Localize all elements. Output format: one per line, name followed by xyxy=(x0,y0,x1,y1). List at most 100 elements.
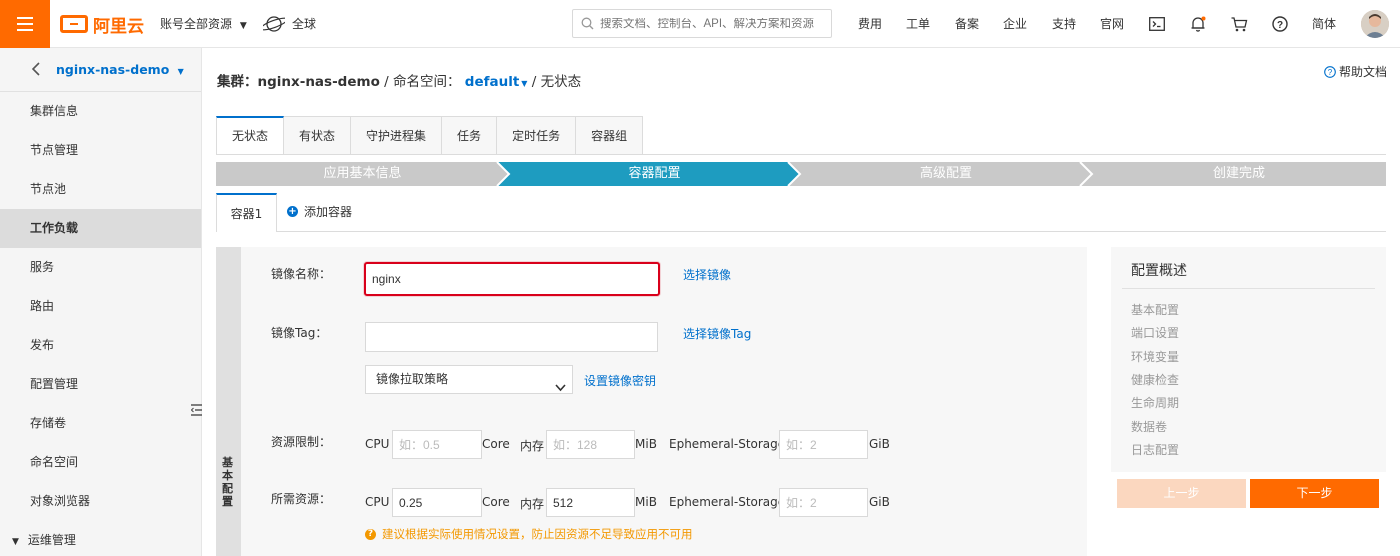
help-docs-link[interactable]: ? 帮助文档 xyxy=(1324,63,1387,80)
tab-container-1[interactable]: 容器1 xyxy=(216,193,277,232)
terminal-icon[interactable] xyxy=(1147,14,1167,34)
memory-label: 内存 xyxy=(520,497,545,511)
sidebar-item-object-browser[interactable]: 对象浏览器 xyxy=(0,482,201,521)
tab-daemonsets[interactable]: 守护进程集 xyxy=(351,116,443,155)
language-switch[interactable]: 简体 xyxy=(1312,0,1336,48)
namespace-dropdown[interactable]: default ▼ xyxy=(465,74,528,90)
limit-memory-input[interactable] xyxy=(546,430,635,459)
resource-limit-label: 资源限制： xyxy=(271,435,332,449)
sidebar-item-node-pools[interactable]: 节点池 xyxy=(0,170,201,209)
help-circle-icon[interactable]: ? xyxy=(1270,14,1290,34)
core-unit: Core xyxy=(482,437,510,451)
summary-divider xyxy=(1122,288,1375,289)
global-search[interactable] xyxy=(572,9,832,38)
sidebar-item-namespaces[interactable]: 命名空间 xyxy=(0,443,201,482)
sidebar-item-cluster-info[interactable]: 集群信息 xyxy=(0,92,201,131)
hamburger-icon xyxy=(17,17,33,31)
config-summary-title: 配置概述 xyxy=(1131,263,1187,279)
nav-support[interactable]: 支持 xyxy=(1052,0,1076,48)
sidebar-group-label: 运维管理 xyxy=(27,533,76,547)
select-image-tag-link[interactable]: 选择镜像Tag xyxy=(683,325,751,342)
help-circle-icon: ? xyxy=(1324,65,1336,78)
limit-ephemeral-input[interactable] xyxy=(779,430,868,459)
nav-fees[interactable]: 费用 xyxy=(858,0,882,48)
request-cpu-input[interactable] xyxy=(392,488,482,517)
step-container-config: 容器配置 xyxy=(628,166,681,181)
memory-label: 内存 xyxy=(520,439,545,453)
summary-item-ports[interactable]: 端口设置 xyxy=(1131,324,1179,341)
bell-icon[interactable] xyxy=(1188,14,1208,34)
limit-cpu-input[interactable] xyxy=(392,430,482,459)
summary-item-basic[interactable]: 基本配置 xyxy=(1131,301,1179,318)
cart-icon[interactable] xyxy=(1229,14,1249,34)
region-selector[interactable]: 全球 xyxy=(263,0,316,48)
caret-down-icon: ▼ xyxy=(177,67,184,76)
request-memory-input[interactable] xyxy=(546,488,635,517)
cluster-selector[interactable]: nginx-nas-demo ▼ xyxy=(56,62,184,77)
container-tabs-divider xyxy=(277,231,1386,232)
ephemeral-storage-label: Ephemeral-Storage xyxy=(669,495,786,509)
aliyun-logo[interactable]: 阿里云 xyxy=(60,12,144,37)
search-input[interactable] xyxy=(600,17,825,30)
image-tag-label: 镜像Tag： xyxy=(271,326,328,340)
resource-warning-text: 建议根据实际使用情况设置，防止因资源不足导致应用不可用 xyxy=(382,527,693,541)
step-done: 创建完成 xyxy=(1212,166,1265,181)
sidebar-item-config[interactable]: 配置管理 xyxy=(0,365,201,404)
top-navigation-bar: 阿里云 账号全部资源 ▼ 全球 费用 工单 备案 企业 支持 官网 ? 简体 xyxy=(0,0,1400,48)
namespace-value: default xyxy=(464,74,520,90)
nav-icp[interactable]: 备案 xyxy=(955,0,979,48)
summary-item-env[interactable]: 环境变量 xyxy=(1131,348,1179,365)
summary-item-logs[interactable]: 日志配置 xyxy=(1131,441,1179,458)
summary-item-volumes[interactable]: 数据卷 xyxy=(1131,418,1167,435)
account-scope-dropdown[interactable]: 账号全部资源 ▼ xyxy=(160,0,247,48)
tab-statefulsets[interactable]: 有状态 xyxy=(284,116,352,155)
collapse-sidebar-icon[interactable] xyxy=(190,403,202,420)
sidebar-item-releases[interactable]: 发布 xyxy=(0,326,201,365)
svg-text:?: ? xyxy=(1328,68,1333,77)
summary-item-lifecycle[interactable]: 生命周期 xyxy=(1131,394,1179,411)
select-image-link[interactable]: 选择镜像 xyxy=(683,266,731,283)
step-advanced-config: 高级配置 xyxy=(919,166,972,181)
sidebar-item-services[interactable]: 服务 xyxy=(0,248,201,287)
nav-enterprise[interactable]: 企业 xyxy=(1003,0,1027,48)
add-container-label: 添加容器 xyxy=(304,205,353,219)
tab-deployments[interactable]: 无状态 xyxy=(216,116,285,155)
sidebar-item-ingress[interactable]: 路由 xyxy=(0,287,201,326)
sidebar-group-ops[interactable]: ▼ 运维管理 xyxy=(0,521,201,556)
breadcrumb-separator: / xyxy=(527,74,541,90)
wizard-steps: 应用基本信息 容器配置 高级配置 创建完成 xyxy=(216,162,1386,186)
user-avatar[interactable] xyxy=(1361,10,1389,38)
image-tag-input[interactable] xyxy=(365,322,658,352)
set-image-secret-link[interactable]: 设置镜像密钥 xyxy=(584,372,656,389)
tab-pods[interactable]: 容器组 xyxy=(576,116,644,155)
step-basic-info: 应用基本信息 xyxy=(323,166,402,181)
add-container-button[interactable]: + 添加容器 xyxy=(287,203,352,220)
tab-cronjobs[interactable]: 定时任务 xyxy=(497,116,577,155)
gib-unit: GiB xyxy=(869,495,890,509)
breadcrumb-cluster: nginx-nas-demo xyxy=(257,74,380,90)
prev-step-button[interactable]: 上一步 xyxy=(1117,479,1246,508)
workload-tabs: 无状态 有状态 守护进程集 任务 定时任务 容器组 xyxy=(216,116,644,155)
aliyun-logo-icon xyxy=(60,15,88,33)
nav-official-site[interactable]: 官网 xyxy=(1100,0,1124,48)
gib-unit: GiB xyxy=(869,437,890,451)
breadcrumb-page: 无状态 xyxy=(540,74,582,90)
menu-button[interactable] xyxy=(0,0,50,48)
sidebar-item-workloads[interactable]: 工作负载 xyxy=(0,209,201,248)
region-label: 全球 xyxy=(292,17,317,31)
pull-policy-select[interactable]: 镜像拉取策略 xyxy=(365,365,573,394)
tab-jobs[interactable]: 任务 xyxy=(442,116,498,155)
ephemeral-storage-label: Ephemeral-Storage xyxy=(669,437,786,451)
request-ephemeral-input[interactable] xyxy=(779,488,868,517)
image-name-input[interactable] xyxy=(364,262,660,296)
next-step-button[interactable]: 下一步 xyxy=(1250,479,1379,508)
chevron-left-icon[interactable] xyxy=(31,62,40,79)
sidebar-item-nodes[interactable]: 节点管理 xyxy=(0,131,201,170)
account-scope-label: 账号全部资源 xyxy=(160,17,233,31)
summary-item-health[interactable]: 健康检查 xyxy=(1131,371,1179,388)
chevron-down-icon xyxy=(555,375,566,402)
sidebar-item-volumes[interactable]: 存储卷 xyxy=(0,404,201,443)
section-label: 基本配置 xyxy=(222,456,233,508)
nav-tickets[interactable]: 工单 xyxy=(906,0,930,48)
pull-policy-value: 镜像拉取策略 xyxy=(376,372,449,386)
